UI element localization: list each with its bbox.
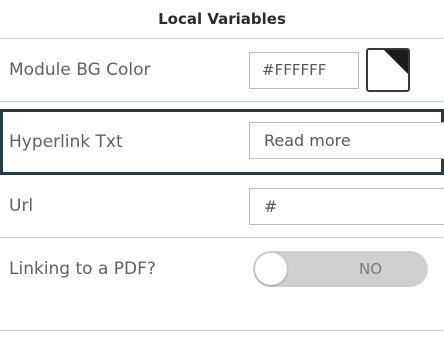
module-bg-color-row: Module BG Color #FFFFFF (0, 38, 444, 102)
toggle-knob (255, 253, 287, 285)
pdf-link-toggle[interactable]: NO (253, 251, 428, 287)
pdf-link-label: Linking to a PDF? (9, 259, 156, 279)
color-swatch-button[interactable] (366, 48, 410, 92)
module-bg-color-input[interactable]: #FFFFFF (249, 52, 359, 89)
url-input[interactable]: # (249, 188, 444, 225)
local-variables-panel: Local Variables Module BG Color #FFFFFF … (0, 0, 444, 356)
panel-title: Local Variables (158, 10, 286, 28)
url-label: Url (9, 196, 34, 216)
url-row: Url # (0, 175, 444, 238)
color-picker-corner-icon (384, 50, 408, 74)
hyperlink-txt-input[interactable]: Read more (249, 122, 444, 159)
hyperlink-txt-row: Hyperlink Txt Read more (0, 109, 444, 175)
pdf-link-row: Linking to a PDF? NO (0, 238, 444, 331)
hyperlink-txt-label: Hyperlink Txt (9, 132, 123, 152)
toggle-state-text: NO (358, 260, 383, 278)
module-bg-color-label: Module BG Color (9, 60, 151, 80)
